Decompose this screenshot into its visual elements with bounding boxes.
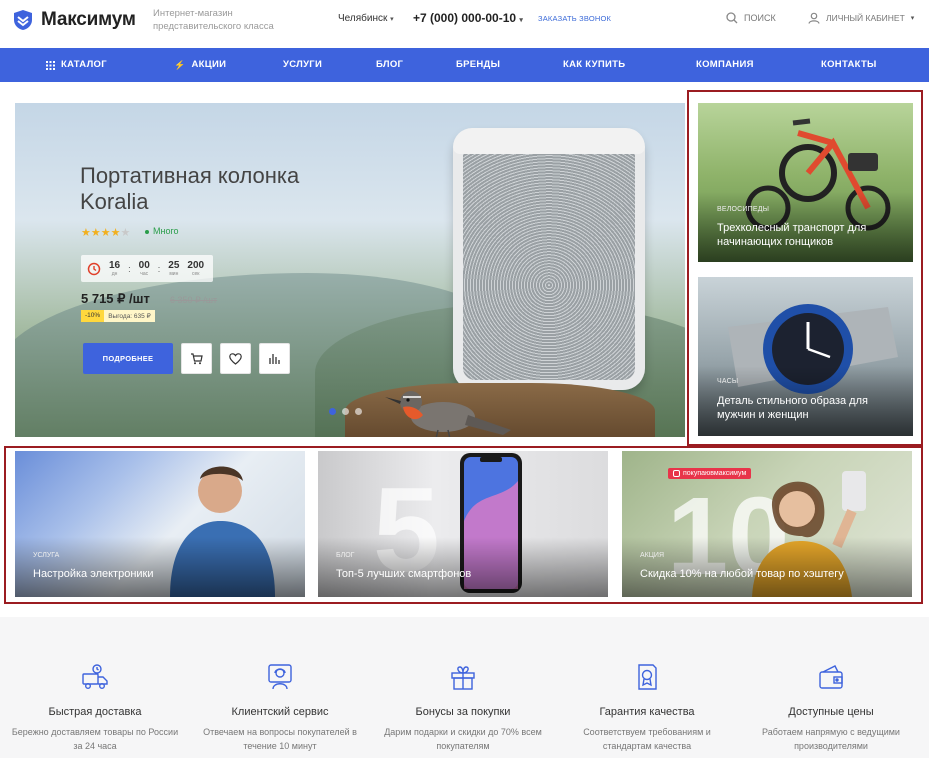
compare-button[interactable] bbox=[259, 343, 290, 374]
quality-certificate-icon bbox=[638, 664, 657, 690]
slider-dots bbox=[329, 408, 362, 415]
slider-dot[interactable] bbox=[355, 408, 362, 415]
nav-item-contacts[interactable]: КОНТАКТЫ bbox=[821, 48, 877, 82]
discount-savings: Выгода: 635 ₽ bbox=[104, 310, 155, 322]
chevron-down-icon: ▾ bbox=[519, 17, 523, 24]
slider-dot[interactable] bbox=[329, 408, 336, 415]
site-header: Максимум Интернет-магазин представительс… bbox=[0, 0, 929, 48]
feature-description: Отвечаем на вопросы покупателей в течени… bbox=[203, 727, 357, 751]
search-label: ПОИСК bbox=[744, 13, 776, 23]
phone-label: +7 (000) 000-00-10 bbox=[413, 11, 517, 25]
nav-label: КАК КУПИТЬ bbox=[563, 59, 626, 70]
cart-icon bbox=[191, 353, 203, 365]
bird-image bbox=[385, 391, 511, 437]
chevron-down-icon: ▾ bbox=[390, 16, 394, 23]
nav-label: КАТАЛОГ bbox=[61, 59, 107, 70]
logo-shield-icon bbox=[14, 10, 32, 30]
timer-seconds: 200 сек bbox=[187, 259, 205, 277]
lightning-icon: ⚡ bbox=[174, 60, 186, 70]
tagline: Интернет-магазин представительского клас… bbox=[153, 8, 274, 32]
nav-item-services[interactable]: УСЛУГИ bbox=[283, 48, 322, 82]
rating-stars: ★★★★★ bbox=[81, 227, 131, 239]
feature-item: Клиентский сервис Отвечаем на вопросы по… bbox=[196, 662, 364, 753]
logo-text: Максимум bbox=[41, 9, 136, 30]
city-label: Челябинск bbox=[338, 13, 388, 24]
feature-item: Гарантия качества Соответствуем требован… bbox=[563, 662, 731, 753]
countdown-timer: 16 дн : 00 час : 25 мин 200 сек bbox=[81, 255, 213, 282]
feature-description: Соответствуем требованиям и стандартам к… bbox=[583, 727, 711, 751]
speaker-image bbox=[453, 128, 645, 390]
hero-title: Портативная колонка Koralia bbox=[80, 163, 299, 215]
feature-title: Гарантия качества bbox=[599, 706, 695, 718]
heart-icon bbox=[229, 352, 242, 365]
hero-title-line: Koralia bbox=[80, 189, 149, 214]
callback-link[interactable]: ЗАКАЗАТЬ ЗВОНОК bbox=[538, 14, 611, 23]
feature-title: Быстрая доставка bbox=[48, 706, 142, 718]
features-strip: Быстрая доставка Бережно доставляем това… bbox=[0, 617, 929, 758]
timer-hours: 00 час bbox=[138, 259, 150, 277]
phone-number[interactable]: +7 (000) 000-00-10 ▾ bbox=[413, 11, 523, 25]
user-icon bbox=[808, 12, 820, 24]
logo[interactable]: Максимум bbox=[12, 9, 136, 31]
add-to-favorites-button[interactable] bbox=[220, 343, 251, 374]
discount-badge: -10% Выгода: 635 ₽ bbox=[81, 310, 155, 322]
stock-status: Много bbox=[145, 226, 179, 236]
nav-item-catalog[interactable]: КАТАЛОГ bbox=[46, 48, 107, 82]
cabinet-label: ЛИЧНЫЙ КАБИНЕТ bbox=[826, 13, 905, 23]
clock-icon bbox=[87, 262, 101, 275]
timer-minutes: 25 мин bbox=[168, 259, 180, 277]
more-details-button[interactable]: ПОДРОБНЕЕ bbox=[83, 343, 173, 374]
current-price: 5 715 ₽ /шт bbox=[81, 291, 150, 306]
nav-item-how-to-buy[interactable]: КАК КУПИТЬ bbox=[563, 48, 625, 82]
nav-label: КОМПАНИЯ bbox=[696, 59, 754, 70]
compare-bars-icon bbox=[269, 354, 280, 364]
feature-item: Бонусы за покупки Дарим подарки и скидки… bbox=[379, 662, 547, 753]
feature-description: Дарим подарки и скидки до 70% всем покуп… bbox=[384, 727, 542, 751]
nav-label: КОНТАКТЫ bbox=[821, 59, 877, 70]
chevron-down-icon: ▾ bbox=[910, 15, 915, 22]
feature-item: Доступные цены Работаем напрямую с ведущ… bbox=[747, 662, 915, 753]
hero-title-line: Портативная колонка bbox=[80, 163, 300, 188]
feature-title: Доступные цены bbox=[788, 706, 874, 718]
feature-item: Быстрая доставка Бережно доставляем това… bbox=[11, 662, 179, 753]
grid-icon bbox=[46, 60, 55, 70]
search-button[interactable]: ПОИСК bbox=[726, 12, 776, 24]
feature-description: Работаем напрямую с ведущими производите… bbox=[762, 727, 900, 751]
add-to-cart-button[interactable] bbox=[181, 343, 212, 374]
main-nav: КАТАЛОГ ⚡ АКЦИИ УСЛУГИ БЛОГ БРЕНДЫ КАК К… bbox=[0, 48, 929, 82]
highlight-frame-right bbox=[687, 90, 923, 446]
timer-days: 16 дн bbox=[109, 259, 121, 277]
gift-icon bbox=[451, 666, 475, 690]
speaker-top bbox=[453, 128, 645, 154]
nav-label: АКЦИИ bbox=[191, 59, 227, 70]
search-icon bbox=[726, 12, 738, 24]
nav-item-company[interactable]: КОМПАНИЯ bbox=[696, 48, 754, 82]
nav-item-promotions[interactable]: ⚡ АКЦИИ bbox=[174, 48, 226, 82]
nav-item-brands[interactable]: БРЕНДЫ bbox=[456, 48, 500, 82]
feature-description: Бережно доставляем товары по России за 2… bbox=[11, 727, 179, 751]
customer-service-icon bbox=[268, 664, 292, 690]
wallet-icon bbox=[819, 665, 843, 689]
personal-cabinet-link[interactable]: ЛИЧНЫЙ КАБИНЕТ ▾ bbox=[808, 12, 914, 24]
highlight-frame-bottom bbox=[4, 446, 923, 604]
nav-label: БРЕНДЫ bbox=[456, 59, 501, 70]
feature-title: Бонусы за покупки bbox=[415, 706, 511, 718]
nav-label: УСЛУГИ bbox=[283, 59, 323, 70]
slider-dot[interactable] bbox=[342, 408, 349, 415]
discount-percent: -10% bbox=[81, 310, 105, 322]
nav-label: БЛОГ bbox=[376, 59, 404, 70]
stock-label: Много bbox=[153, 226, 179, 236]
feature-title: Клиентский сервис bbox=[231, 706, 329, 718]
nav-item-blog[interactable]: БЛОГ bbox=[376, 48, 403, 82]
hero-slider[interactable]: Портативная колонка Koralia ★★★★★ Много … bbox=[15, 103, 685, 437]
old-price: 6 350 ₽ /шт bbox=[170, 295, 218, 305]
city-selector[interactable]: Челябинск ▾ bbox=[338, 13, 394, 24]
delivery-truck-icon bbox=[82, 664, 108, 690]
